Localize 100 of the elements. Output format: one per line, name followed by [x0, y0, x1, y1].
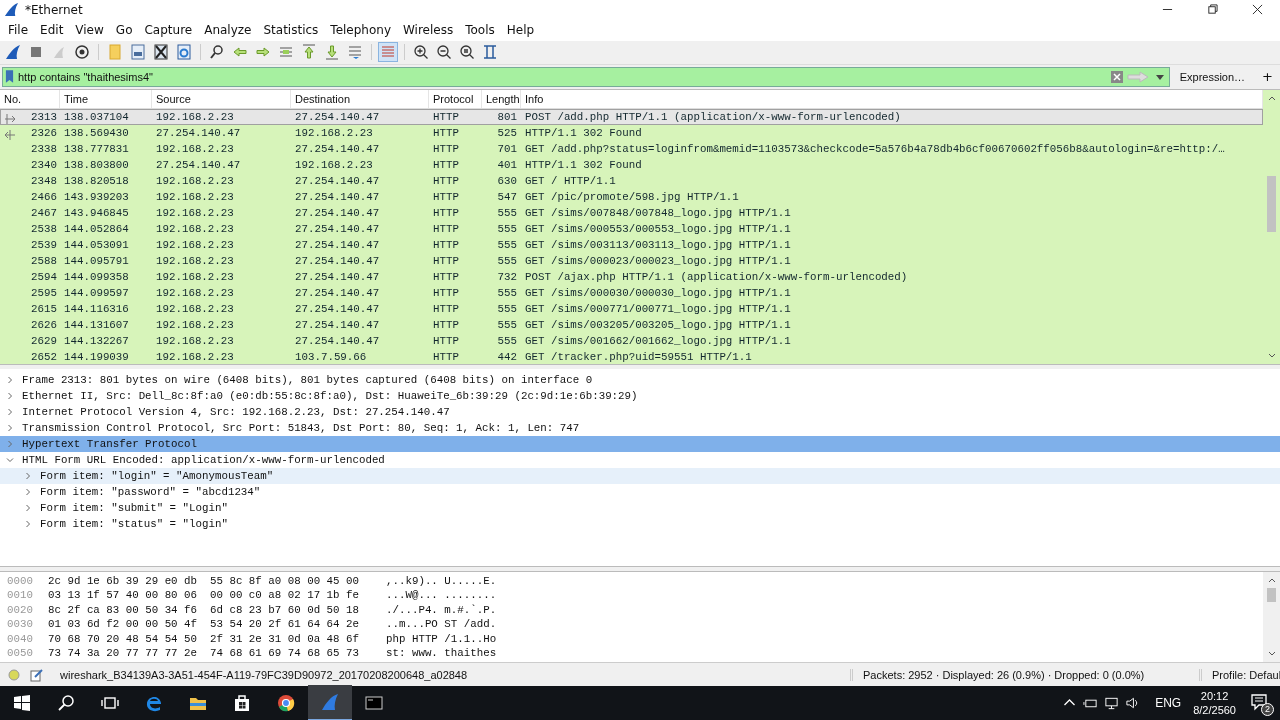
- packet-destination: 27.254.140.47: [294, 190, 381, 203]
- status-dot-icon[interactable]: [8, 668, 20, 681]
- scrollbar[interactable]: [1263, 571, 1280, 663]
- packet-protocol: HTTP: [432, 158, 460, 171]
- packet-number: 2326: [31, 126, 57, 139]
- hex-bytes: 73 74 3a 20 77 77 77 2e 74 68 61 69 74 68 65 73: [48, 647, 360, 660]
- scrollbar[interactable]: [1263, 89, 1280, 365]
- column-header[interactable]: Length: [482, 89, 521, 108]
- detail-row[interactable]: Hypertext Transfer Protocol: [0, 436, 1280, 453]
- add-filter-button[interactable]: +: [1255, 69, 1280, 85]
- detail-row[interactable]: HTML Form URL Encoded: application/x-www-form-urlencoded: [0, 452, 1280, 469]
- packet-destination: 27.254.140.47: [294, 222, 381, 235]
- packet-destination: 27.254.140.47: [294, 286, 381, 299]
- packet-destination: 27.254.140.47: [294, 206, 381, 219]
- menu-item[interactable]: Edit: [35, 23, 71, 38]
- monitor-icon[interactable]: [1104, 696, 1120, 710]
- scroll-thumb[interactable]: [1267, 175, 1276, 232]
- hex-bytes: 2c 9d 1e 6b 39 29 e0 db 55 8c 8f a0 08 00 45 00: [48, 574, 360, 587]
- column-header[interactable]: Destination: [291, 89, 429, 108]
- clock[interactable]: 20:12 8/2/2560: [1193, 689, 1236, 717]
- hex-bytes: 70 68 70 20 48 54 54 50 2f 31 2e 31 0d 0a 48 6f: [48, 632, 360, 645]
- packet-info: GET /sims/003113/003113_logo.jpg HTTP/1.1: [524, 238, 792, 251]
- notification-icon[interactable]: [1250, 693, 1268, 711]
- packet-protocol: HTTP: [432, 206, 460, 219]
- menu-item[interactable]: Capture: [139, 23, 200, 38]
- byte-offset: 0030: [6, 618, 34, 631]
- packet-number: 2466: [31, 190, 57, 203]
- language-indicator[interactable]: ENG: [1155, 696, 1182, 710]
- detail-row[interactable]: Frame 2313: 801 bytes on wire (6408 bits), 801 bytes captured (6408 bits) on interface 0: [0, 372, 1280, 389]
- close-icon[interactable]: [1252, 4, 1263, 16]
- packet-number: 2594: [31, 270, 57, 283]
- profile-label[interactable]: Profile: Defaul: [1199, 668, 1280, 681]
- packet-source: 192.168.2.23: [155, 254, 235, 267]
- menu-item[interactable]: Tools: [460, 23, 502, 38]
- packet-protocol: HTTP: [432, 254, 460, 267]
- detail-row[interactable]: Internet Protocol Version 4, Src: 192.168.2.23, Dst: 27.254.140.47: [0, 404, 1280, 421]
- packet-protocol: HTTP: [432, 318, 460, 331]
- scroll-thumb[interactable]: [1267, 587, 1276, 602]
- detail-text: Form item: "status" = "login": [40, 518, 228, 531]
- detail-text: Ethernet II, Src: Dell_8c:8f:a0 (e0:db:55:8c:8f:a0), Dst: HuaweiTe_6b:39:29 (2c:9d:1e:6b:39:29): [22, 390, 638, 403]
- file-icon[interactable]: [129, 43, 147, 62]
- packet-time: 144.131607: [63, 318, 130, 331]
- menu-item[interactable]: Telephony: [325, 23, 398, 38]
- packet-length: 555: [496, 254, 518, 267]
- packet-source: 192.168.2.23: [155, 350, 235, 363]
- packet-info: GET /sims/001662/001662_logo.jpg HTTP/1.1: [524, 334, 792, 347]
- byte-offset: 0020: [6, 603, 34, 616]
- menu-item[interactable]: File: [3, 23, 36, 38]
- byte-offset: 0040: [6, 632, 34, 645]
- menu-item[interactable]: Wireless: [398, 23, 461, 38]
- packet-length: 525: [496, 126, 518, 139]
- arrow-down-icon[interactable]: [323, 43, 341, 62]
- bookmark-icon[interactable]: [5, 70, 14, 84]
- column-header[interactable]: Time: [60, 89, 152, 108]
- menu-item[interactable]: Analyze: [199, 23, 259, 38]
- related-packet-icon: [4, 113, 16, 124]
- detail-row[interactable]: Form item: "submit" = "Login": [0, 500, 1280, 517]
- resize-columns-icon[interactable]: [481, 43, 499, 62]
- clear-icon[interactable]: [1110, 70, 1123, 83]
- expression-button[interactable]: Expression…: [1173, 70, 1252, 83]
- column-header[interactable]: No.: [0, 89, 60, 108]
- capture-file-name: wireshark_B34139A3-3A51-454F-A119-79FC39D90972_20170208200648_a02848: [60, 668, 468, 681]
- detail-row[interactable]: Form item: "login" = "AmonymousTeam": [0, 468, 1280, 485]
- maximize-icon[interactable]: [1207, 4, 1218, 16]
- menu-item[interactable]: View: [70, 23, 111, 38]
- close-file-icon[interactable]: [152, 43, 170, 62]
- packet-length: 555: [496, 238, 518, 251]
- menu-item[interactable]: Statistics: [258, 23, 326, 38]
- edit-comment-icon[interactable]: [30, 667, 44, 682]
- packet-info: POST /ajax.php HTTP/1.1 (application/x-www-form-urlencoded): [524, 270, 909, 283]
- packet-time: 143.946845: [63, 206, 130, 219]
- column-header[interactable]: Protocol: [429, 89, 482, 108]
- packet-time: 138.569430: [63, 126, 130, 139]
- packet-protocol: HTTP: [432, 334, 460, 347]
- detail-row[interactable]: Form item: "password" = "abcd1234": [0, 484, 1280, 501]
- detail-row[interactable]: Form item: "status" = "login": [0, 516, 1280, 533]
- menu-item[interactable]: Go: [110, 23, 140, 38]
- shark-fin-icon[interactable]: [4, 43, 22, 62]
- gear-icon[interactable]: [73, 43, 91, 62]
- reload-icon[interactable]: [175, 43, 193, 62]
- column-header[interactable]: Source: [152, 89, 291, 108]
- colorize-icon[interactable]: [379, 43, 397, 62]
- display-filter-field[interactable]: http contains "thaithesims4": [2, 66, 1170, 87]
- packet-time: 144.132267: [63, 334, 130, 347]
- packet-destination: 27.254.140.47: [294, 254, 381, 267]
- shark-fin-icon[interactable]: [308, 685, 352, 720]
- packet-destination: 192.168.2.23: [294, 158, 374, 171]
- packet-info: GET /pic/promote/598.jpg HTTP/1.1: [524, 190, 740, 203]
- packet-info: GET /sims/007848/007848_logo.jpg HTTP/1.1: [524, 206, 792, 219]
- packet-destination: 27.254.140.47: [294, 110, 381, 123]
- detail-row[interactable]: Transmission Control Protocol, Src Port: 51843, Dst Port: 80, Seq: 1, Ack: 1, Len: 747: [0, 420, 1280, 437]
- window-title: *Ethernet: [25, 2, 83, 17]
- packet-protocol: HTTP: [432, 126, 460, 139]
- menu-item[interactable]: Help: [501, 23, 542, 38]
- packet-destination: 103.7.59.66: [294, 350, 368, 363]
- dropdown-caret-icon[interactable]: [1155, 72, 1164, 81]
- arrow-up-icon[interactable]: [300, 43, 318, 62]
- packet-info: GET /sims/000030/000030_logo.jpg HTTP/1.1: [524, 286, 792, 299]
- detail-row[interactable]: Ethernet II, Src: Dell_8c:8f:a0 (e0:db:55:8c:8f:a0), Dst: HuaweiTe_6b:39:29 (2c:9d:1e:6b:39:29): [0, 388, 1280, 405]
- detail-text: Form item: "submit" = "Login": [40, 502, 228, 515]
